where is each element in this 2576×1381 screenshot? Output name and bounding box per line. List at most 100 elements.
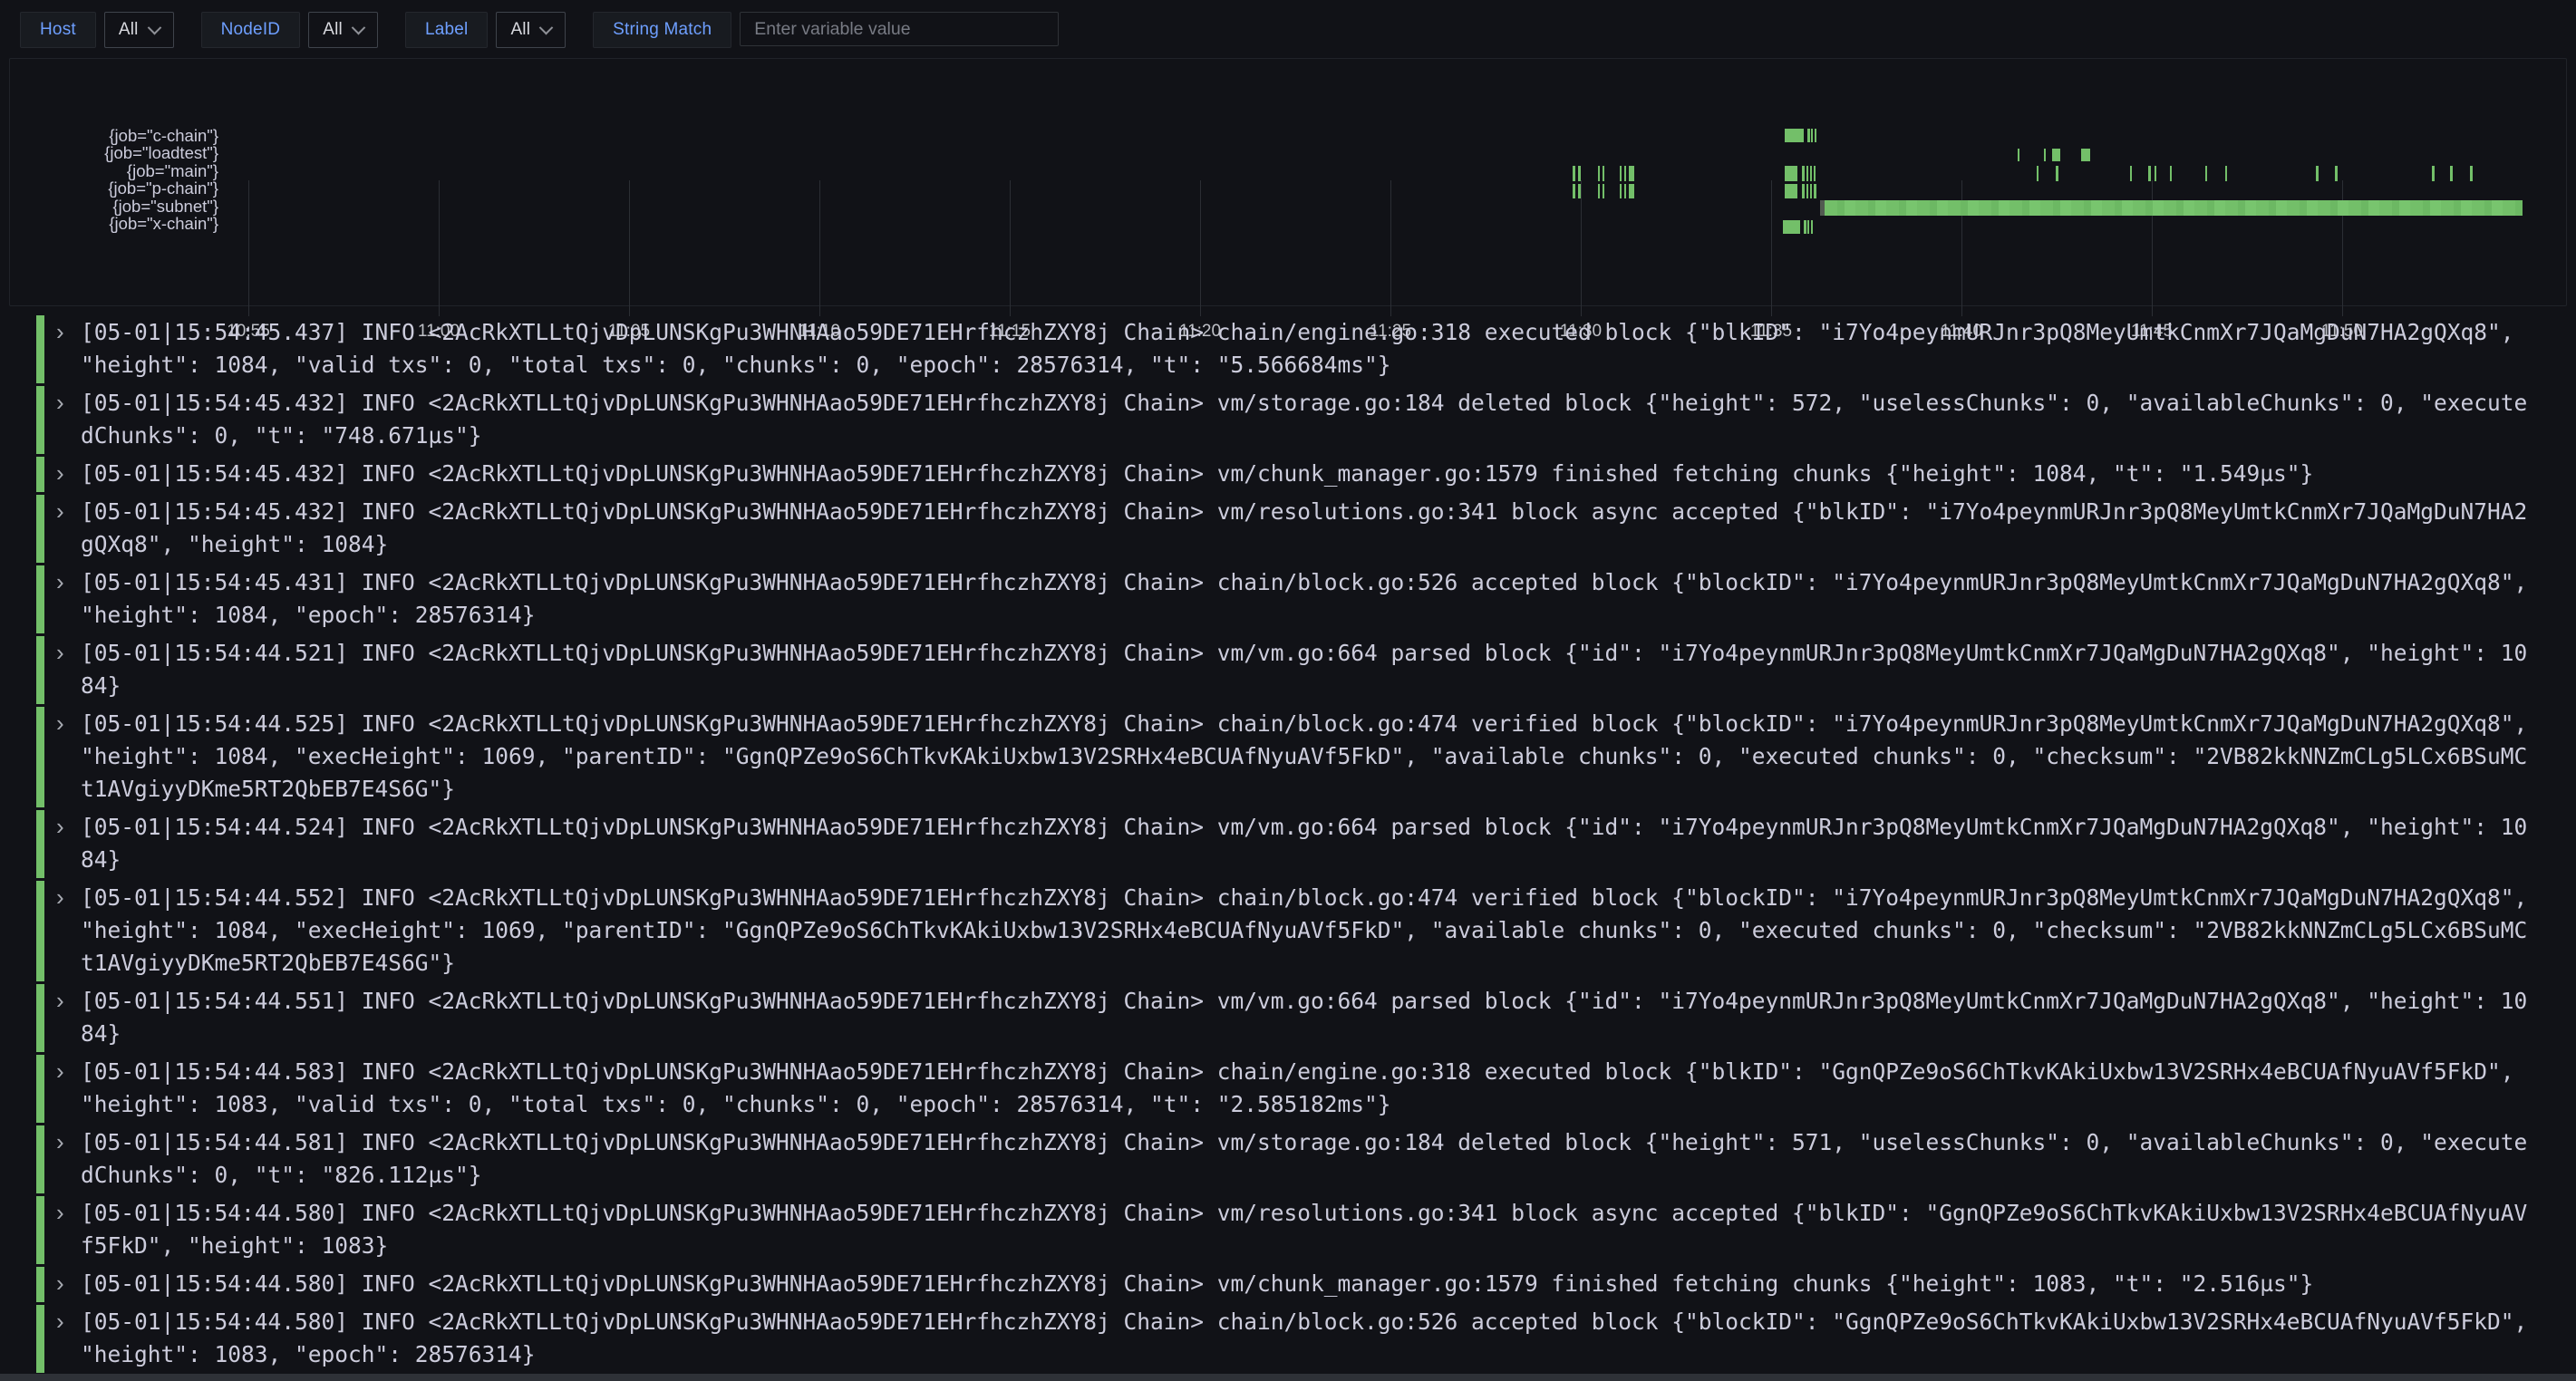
log-volume-bar-jobmain	[2148, 166, 2151, 181]
log-row[interactable]: › [05-01|15:54:44.580] INFO <2AcRkXTLLtQj…	[36, 1267, 2549, 1302]
expand-chevron-icon[interactable]: ›	[56, 810, 64, 843]
log-volume-bar-jobsubnet	[1820, 200, 2523, 216]
variable-filters: HostAllNodeIDAllLabelAll	[20, 12, 593, 48]
expand-chevron-icon[interactable]: ›	[56, 707, 64, 739]
expand-chevron-icon[interactable]: ›	[56, 386, 64, 419]
x-gridline	[819, 180, 820, 316]
log-volume-bar-jobloadtest	[2081, 149, 2089, 161]
log-row[interactable]: ›[05-01|15:54:45.432] INFO <2AcRkXTLLtQj…	[36, 495, 2549, 563]
variable-filter-nodeid: NodeID All	[201, 12, 378, 48]
log-row[interactable]: ›[05-01|15:54:44.524] INFO <2AcRkXTLLtQj…	[36, 810, 2549, 878]
log-volume-bar-jobx-chain	[1807, 220, 1809, 234]
x-gridline	[1390, 180, 1391, 316]
log-volume-bar-jobp-chain	[1598, 184, 1600, 198]
log-volume-bar-jobmain	[1806, 166, 1808, 181]
log-volume-bar-jobp-chain	[1802, 184, 1805, 198]
variable-value-dropdown-host[interactable]: All	[104, 12, 174, 48]
log-volume-bar-jobmain	[1629, 166, 1634, 181]
log-row[interactable]: › [05-01|15:54:45.431] INFO <2AcRkXTLLtQj…	[36, 565, 2549, 633]
log-volume-bar-jobmain	[1598, 166, 1600, 181]
variable-filter-label: LabelAll	[405, 12, 566, 48]
variable-label-nodeid: NodeID	[201, 12, 301, 48]
chart-series-labels: {job="c-chain"} {job="loadtest"} {job="m…	[28, 127, 218, 232]
log-volume-bar-jobc-chain	[1807, 129, 1810, 142]
variable-label-host: Host	[20, 12, 96, 48]
log-row[interactable]: › [05-01|15:54:44.525] INFO <2AcRkXTLLtQj…	[36, 707, 2549, 807]
log-line-text: [05-01|15:54:44.525] INFO <2AcRkXTLLtQjv…	[81, 708, 2527, 806]
expand-chevron-icon[interactable]: ›	[56, 1125, 64, 1158]
x-gridline	[248, 180, 249, 316]
log-volume-bar-jobmain	[2130, 166, 2132, 181]
log-row[interactable]: › [05-01|15:54:44.580] INFO <2AcRkXTLLtQj…	[36, 1305, 2549, 1373]
log-volume-bar-jobmain	[2056, 166, 2058, 181]
log-volume-bar-jobmain	[1578, 166, 1581, 181]
chevron-down-icon	[539, 20, 554, 34]
log-line-text: [05-01|15:54:45.437] INFO <2AcRkXTLLtQjv…	[81, 316, 2527, 381]
expand-chevron-icon[interactable]: ›	[56, 1196, 64, 1229]
expand-chevron-icon[interactable]: ›	[56, 565, 64, 598]
log-volume-bar-jobmain	[1624, 166, 1626, 181]
x-gridline	[439, 180, 440, 316]
log-row[interactable]: › [05-01|15:54:44.552] INFO <2AcRkXTLLtQj…	[36, 881, 2549, 981]
log-volume-bar-jobp-chain	[1578, 184, 1581, 198]
log-volume-bar-jobp-chain	[1620, 184, 1622, 198]
expand-chevron-icon[interactable]: ›	[56, 457, 64, 489]
variable-value-dropdown-nodeid[interactable]: All	[308, 12, 378, 48]
expand-chevron-icon[interactable]: ›	[56, 495, 64, 527]
variable-value-nodeid: All	[323, 20, 343, 40]
log-volume-bar-jobmain	[2225, 166, 2227, 181]
log-line-text: [05-01|15:54:44.580] INFO <2AcRkXTLLtQjv…	[81, 1197, 2527, 1262]
expand-chevron-icon[interactable]: ›	[56, 636, 64, 669]
log-volume-bar-jobx-chain	[1811, 220, 1813, 234]
x-gridline	[1010, 180, 1011, 316]
expand-chevron-icon[interactable]: ›	[56, 1267, 64, 1299]
log-line-text: [05-01|15:54:45.432] INFO <2AcRkXTLLtQjv…	[81, 458, 2527, 490]
log-volume-bar-jobloadtest	[2018, 149, 2019, 161]
log-volume-bar-jobmain	[2205, 166, 2207, 181]
log-row[interactable]: ›[05-01|15:54:44.521] INFO <2AcRkXTLLtQj…	[36, 636, 2549, 704]
log-volume-bar-jobc-chain	[1815, 129, 1816, 142]
log-volume-bar-jobc-chain	[1811, 129, 1813, 142]
log-row[interactable]: › [05-01|15:54:45.432] INFO <2AcRkXTLLtQj…	[36, 386, 2549, 454]
variables-toolbar: HostAllNodeIDAllLabelAll String Match	[20, 12, 1086, 48]
string-match-input[interactable]	[740, 12, 1059, 46]
log-volume-bar-jobp-chain	[1629, 184, 1634, 198]
log-line-text: [05-01|15:54:44.552] INFO <2AcRkXTLLtQjv…	[81, 882, 2527, 980]
log-volume-bar-jobmain	[2170, 166, 2172, 181]
log-volume-bar-jobx-chain	[1804, 220, 1806, 234]
log-row[interactable]: ›[05-01|15:54:44.551] INFO <2AcRkXTLLtQj…	[36, 984, 2549, 1052]
x-gridline	[1581, 180, 1582, 316]
expand-chevron-icon[interactable]: ›	[56, 881, 64, 913]
log-row[interactable]: › [05-01|15:54:44.580] INFO <2AcRkXTLLtQj…	[36, 1196, 2549, 1264]
log-volume-bar-jobc-chain	[1785, 129, 1804, 142]
chevron-down-icon	[352, 20, 366, 34]
expand-chevron-icon[interactable]: ›	[56, 984, 64, 1017]
chevron-down-icon	[147, 20, 161, 34]
log-volume-bar-jobmain	[1603, 166, 1604, 181]
log-volume-bar-jobp-chain	[1785, 184, 1798, 198]
log-row[interactable]: › [05-01|15:54:45.437] INFO <2AcRkXTLLtQj…	[36, 315, 2549, 383]
log-volume-bar-jobmain	[1620, 166, 1622, 181]
log-line-text: [05-01|15:54:45.431] INFO <2AcRkXTLLtQjv…	[81, 566, 2527, 632]
log-volume-bar-jobmain	[2316, 166, 2319, 181]
horizontal-scrollbar[interactable]	[0, 1374, 2576, 1381]
log-row[interactable]: ›[05-01|15:54:44.583] INFO <2AcRkXTLLtQj…	[36, 1055, 2549, 1123]
log-volume-bar-jobloadtest	[2052, 149, 2060, 161]
expand-chevron-icon[interactable]: ›	[56, 1055, 64, 1087]
log-line-text: [05-01|15:54:44.580] INFO <2AcRkXTLLtQjv…	[81, 1306, 2527, 1371]
expand-chevron-icon[interactable]: ›	[56, 315, 64, 348]
log-line-text: [05-01|15:54:45.432] INFO <2AcRkXTLLtQjv…	[81, 387, 2527, 452]
log-volume-bar-jobmain	[2335, 166, 2338, 181]
variable-value-dropdown-label[interactable]: All	[496, 12, 566, 48]
log-volume-bar-jobmain	[2450, 166, 2453, 181]
expand-chevron-icon[interactable]: ›	[56, 1305, 64, 1338]
log-volume-bar-jobmain	[1810, 166, 1812, 181]
log-row[interactable]: › [05-01|15:54:45.432] INFO <2AcRkXTLLtQj…	[36, 457, 2549, 492]
log-volume-bar-jobp-chain	[1603, 184, 1604, 198]
log-row[interactable]: ›[05-01|15:54:44.581] INFO <2AcRkXTLLtQj…	[36, 1125, 2549, 1193]
log-volume-bar-jobloadtest	[2044, 149, 2046, 161]
variable-filter-string-match: String Match	[593, 12, 1059, 48]
log-line-text: [05-01|15:54:44.580] INFO <2AcRkXTLLtQjv…	[81, 1268, 2527, 1300]
x-gridline	[1200, 180, 1201, 316]
log-volume-bar-jobp-chain	[1806, 184, 1808, 198]
